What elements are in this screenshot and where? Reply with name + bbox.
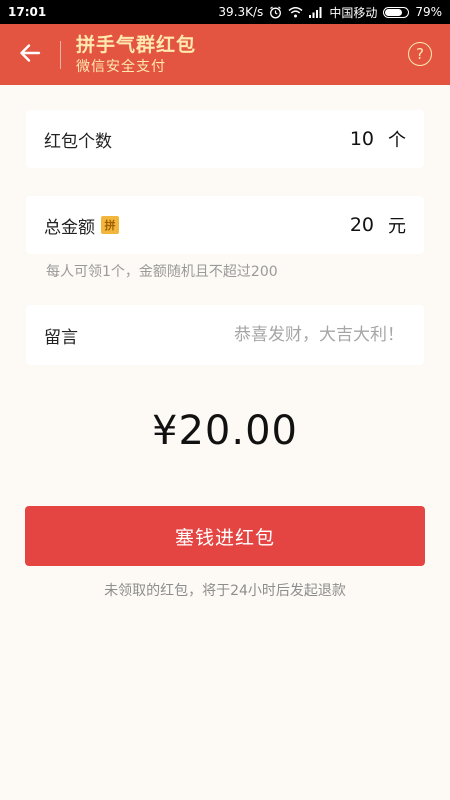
count-value-group: 个 (254, 126, 406, 152)
count-row: 红包个数 个 (26, 110, 424, 168)
app-header: 拼手气群红包 微信安全支付 ? (0, 24, 450, 85)
battery-percent: 79% (415, 5, 442, 19)
carrier-name: 中国移动 (329, 5, 378, 20)
count-unit: 个 (388, 130, 406, 151)
message-input[interactable] (152, 324, 406, 346)
count-label: 红包个数 (44, 131, 112, 152)
wifi-icon (288, 6, 303, 18)
status-right-group: 39.3K/s 中国移动 79% (218, 4, 442, 21)
count-input[interactable] (254, 128, 374, 150)
signal-icon (309, 6, 323, 18)
battery-icon (383, 6, 410, 18)
submit-red-packet-button[interactable]: 塞钱进红包 (25, 506, 425, 566)
amount-input[interactable] (254, 214, 374, 236)
back-button[interactable] (14, 39, 46, 71)
amount-unit: 元 (388, 216, 406, 237)
alarm-icon (269, 6, 282, 19)
amount-value-group: 元 (254, 212, 406, 238)
pin-badge: 拼 (101, 216, 119, 234)
arrow-left-icon (19, 43, 41, 67)
amount-hint: 每人可领1个，金额随机且不超过200 (46, 264, 278, 280)
network-speed: 39.3K/s (218, 5, 264, 19)
status-time: 17:01 (8, 5, 47, 19)
status-bar: 17:01 39.3K/s 中国移动 79% (0, 0, 450, 24)
amount-label: 总金额 (44, 217, 95, 238)
refund-note: 未领取的红包，将于24小时后发起退款 (104, 583, 346, 599)
header-titles: 拼手气群红包 微信安全支付 (76, 33, 196, 77)
header-divider (60, 41, 61, 69)
message-label: 留言 (44, 327, 78, 348)
amount-label-group: 总金额 拼 (44, 213, 119, 238)
help-button[interactable]: ? (408, 42, 432, 66)
amount-row: 总金额 拼 元 (26, 196, 424, 254)
page-title: 拼手气群红包 (76, 34, 197, 56)
message-row: 留言 (26, 305, 424, 365)
question-mark-icon: ? (416, 45, 424, 63)
page-subtitle: 微信安全支付 (76, 59, 166, 75)
total-amount-display: ¥20.00 (152, 408, 298, 454)
